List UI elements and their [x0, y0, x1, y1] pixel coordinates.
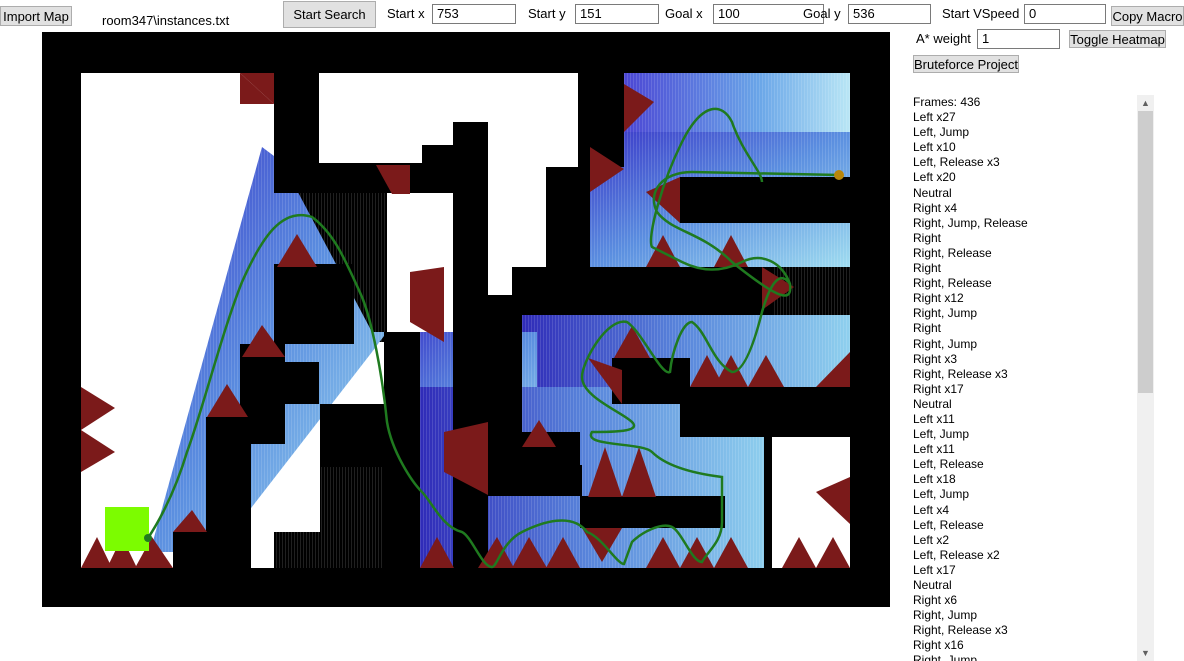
macro-line: Right [913, 230, 942, 245]
macro-line: Left, Release x2 [913, 547, 1000, 562]
start-y-label: Start y [528, 6, 566, 21]
macro-line: Right [913, 321, 942, 336]
scroll-thumb[interactable] [1138, 111, 1153, 393]
macro-line: Right, Release [913, 245, 992, 260]
start-marker [834, 170, 844, 180]
start-vspeed-input[interactable]: 0 [1024, 4, 1106, 24]
macro-line: Neutral [913, 185, 952, 200]
macro-line: Right, Release x3 [913, 623, 1008, 638]
start-y-input[interactable]: 151 [575, 4, 659, 24]
macro-line: Left, Release [913, 517, 984, 532]
macro-line: Right, Release x3 [913, 366, 1008, 381]
macro-line: Right x12 [913, 291, 964, 306]
astar-weight-label: A* weight [916, 31, 971, 46]
macro-list[interactable]: Frames: 436 Left x27 Left, Jump Left x10 Lef… [913, 95, 1135, 661]
macro-line: Right [913, 261, 942, 276]
macro-line: Left, Jump [913, 125, 970, 140]
macro-line: Left x20 [913, 170, 956, 185]
macro-line: Left, Release x3 [913, 155, 1000, 170]
macro-line: Right, Jump [913, 306, 978, 321]
macro-line: Right x6 [913, 593, 958, 608]
scroll-down-icon[interactable]: ▼ [1137, 645, 1154, 661]
macro-line: Left x11 [913, 411, 955, 426]
macro-line: Right x17 [913, 381, 964, 396]
macro-line: Right, Jump, Release [913, 215, 1028, 230]
import-map-button[interactable]: Import Map [0, 6, 72, 26]
macro-line: Left x27 [913, 110, 956, 125]
macro-line: Left, Jump [913, 427, 970, 442]
start-search-button[interactable]: Start Search [283, 1, 376, 28]
macro-line: Left x17 [913, 562, 956, 577]
macro-line: Left x4 [913, 502, 950, 517]
start-x-input[interactable]: 753 [432, 4, 516, 24]
macro-line: Right, Jump [913, 336, 978, 351]
goal-x-label: Goal x [665, 6, 703, 21]
level-map-canvas[interactable] [42, 32, 890, 607]
astar-weight-input[interactable]: 1 [977, 29, 1060, 49]
macro-line: Left x2 [913, 532, 950, 547]
macro-line: Neutral [913, 396, 952, 411]
macro-line: Left, Jump [913, 487, 970, 502]
macro-line: Left x18 [913, 472, 956, 487]
macro-line: Neutral [913, 578, 952, 592]
macro-line: Right, Jump [913, 653, 978, 661]
macro-line: Left x11 [913, 442, 955, 457]
goal-y-input[interactable]: 536 [848, 4, 931, 24]
start-x-label: Start x [387, 6, 425, 21]
macro-line: Right, Jump [913, 608, 978, 623]
frames-count: Frames: 436 [913, 95, 981, 109]
bruteforce-project-button[interactable]: Bruteforce Project [913, 55, 1019, 73]
macro-line: Right x4 [913, 200, 958, 215]
path-end-marker [144, 534, 152, 542]
scroll-up-icon[interactable]: ▲ [1137, 95, 1154, 111]
copy-macro-button[interactable]: Copy Macro [1111, 6, 1184, 26]
macro-line: Right, Release [913, 276, 992, 291]
goal-y-label: Goal y [803, 6, 841, 21]
macro-line: Left x10 [913, 140, 956, 155]
goal-marker [105, 507, 149, 551]
start-vspeed-label: Start VSpeed [942, 6, 1020, 21]
macro-line: Left, Release [913, 457, 984, 472]
macro-line: Right x16 [913, 638, 964, 653]
toggle-heatmap-button[interactable]: Toggle Heatmap [1069, 30, 1166, 48]
macro-line: Right x3 [913, 351, 958, 366]
file-name-label: room347\instances.txt [102, 13, 230, 28]
macro-scrollbar[interactable]: ▲ ▼ [1137, 95, 1154, 661]
